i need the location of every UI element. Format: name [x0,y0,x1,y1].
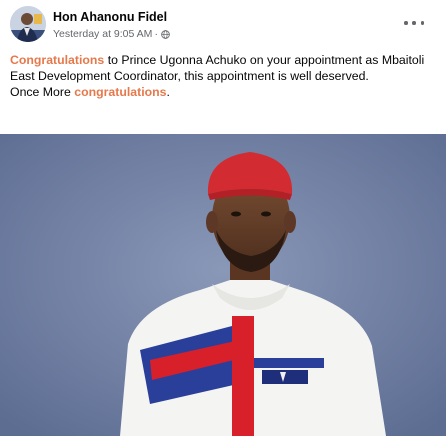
author-name[interactable]: Hon Ahanonu Fidel [53,10,167,24]
post-meta: Yesterday at 9:05 AM · [53,28,170,40]
post-text-line2-prefix: Once More [10,85,75,99]
congratulations-hashtag-2[interactable]: congratulations [74,85,166,99]
facebook-post: Hon Ahanonu Fidel Yesterday at 9:05 AM ·… [0,0,446,436]
globe-icon[interactable] [161,29,170,39]
more-dot [404,21,408,25]
congratulations-hashtag[interactable]: Congratulations [10,53,104,67]
post-photo[interactable] [0,134,446,436]
meta-separator: · [154,28,158,40]
post-text-line2-suffix: . [166,85,170,99]
avatar-image [10,6,46,42]
post-header: Hon Ahanonu Fidel Yesterday at 9:05 AM · [10,6,436,46]
post-timestamp[interactable]: Yesterday at 9:05 AM [53,28,152,40]
more-dot [420,21,424,25]
more-options-icon[interactable] [404,16,424,30]
author-avatar[interactable] [10,6,46,42]
portrait-image [0,134,446,436]
post-text: Congratulations to Prince Ugonna Achuko … [10,52,430,100]
more-dot [412,21,416,25]
